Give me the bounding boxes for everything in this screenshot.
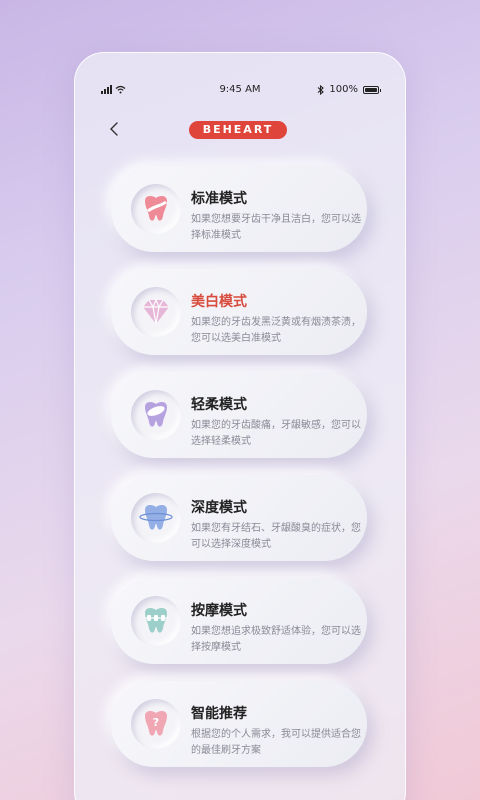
phone-frame: 9:45 AM 100% BEHEART 标准模式如果您想要牙齿干净且洁白，您可… <box>74 52 406 800</box>
tooth-standard-icon <box>131 184 181 234</box>
mode-title: 深度模式 <box>191 500 247 516</box>
status-right-group: 100% <box>317 84 381 95</box>
status-bar: 9:45 AM 100% <box>75 83 405 99</box>
bluetooth-icon <box>318 84 325 95</box>
battery-icon <box>363 85 381 94</box>
mode-card[interactable]: 标准模式如果您想要牙齿干净且洁白，您可以选择标准模式 <box>111 166 367 252</box>
tooth-massage-icon <box>131 596 181 646</box>
mode-card[interactable]: 轻柔模式如果您的牙齿酸痛，牙龈敏感，您可以选择轻柔模式 <box>111 372 367 458</box>
mode-card[interactable]: 按摩模式如果您想追求极致舒适体验，您可以选择按摩模式 <box>111 578 367 664</box>
mode-card[interactable]: ? 智能推荐根据您的个人需求，我可以提供适合您的最佳刷牙方案 <box>111 681 367 767</box>
svg-text:?: ? <box>153 716 159 729</box>
mode-title: 标准模式 <box>191 191 247 207</box>
tooth-deep-icon <box>131 493 181 543</box>
battery-fill <box>365 87 377 92</box>
mode-description: 如果您有牙结石、牙龈酸臭的症状，您可以选择深度模式 <box>191 523 361 550</box>
tooth-question-icon: ? <box>131 699 181 749</box>
mode-title: 轻柔模式 <box>191 397 247 413</box>
mode-title: 美白模式 <box>191 294 247 310</box>
mode-description: 如果您想要牙齿干净且洁白，您可以选择标准模式 <box>191 214 361 241</box>
mode-title: 智能推荐 <box>191 706 247 722</box>
chevron-left-icon <box>110 122 118 136</box>
mode-description: 如果您想追求极致舒适体验，您可以选择按摩模式 <box>191 626 361 653</box>
tooth-gentle-icon <box>131 390 181 440</box>
mode-description: 如果您的牙齿发黑泛黄或有烟渍茶渍，您可以选美白准模式 <box>191 317 361 344</box>
mode-description: 根据您的个人需求，我可以提供适合您的最佳刷牙方案 <box>191 729 361 756</box>
diamond-icon <box>131 287 181 337</box>
back-button[interactable] <box>109 121 125 139</box>
battery-percent: 100% <box>329 84 358 95</box>
mode-card[interactable]: 深度模式如果您有牙结石、牙龈酸臭的症状，您可以选择深度模式 <box>111 475 367 561</box>
mode-description: 如果您的牙齿酸痛，牙龈敏感，您可以选择轻柔模式 <box>191 420 361 447</box>
brand-logo: BEHEART <box>189 121 287 139</box>
mode-card[interactable]: 美白模式如果您的牙齿发黑泛黄或有烟渍茶渍，您可以选美白准模式 <box>111 269 367 355</box>
mode-title: 按摩模式 <box>191 603 247 619</box>
